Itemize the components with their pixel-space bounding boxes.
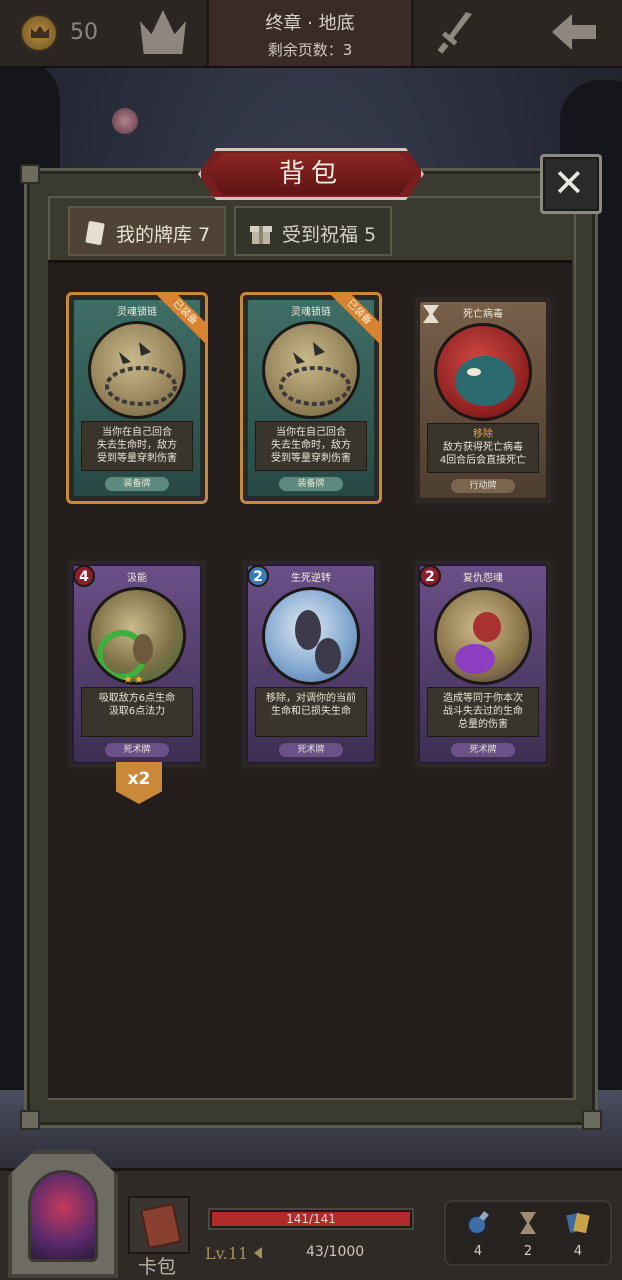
card-icon <box>85 221 105 245</box>
tab-blessings-label: 受到祝福 5 <box>282 224 377 246</box>
cards-stat[interactable]: 4 <box>558 1210 598 1259</box>
tab-my-deck-label: 我的牌库 7 <box>116 224 211 246</box>
card-name: 生死逆转 <box>291 573 331 584</box>
equipped-badge: 已装备 <box>325 293 381 349</box>
card-soul-chain[interactable]: 灵魂锁链 已装备 当你在自己回合 失去生命时，敌方 受到等量穿刺伤害 装备牌 <box>66 292 208 504</box>
tab-my-deck[interactable]: 我的牌库 7 <box>68 206 226 256</box>
drain-art <box>88 587 186 685</box>
panel-corner <box>20 1110 40 1130</box>
chapter-info: 终章 · 地底 剩余页数：3 <box>206 0 414 66</box>
close-button[interactable]: ✕ <box>540 154 602 214</box>
hourglass-stat[interactable]: 2 <box>508 1210 548 1259</box>
card-name: 复仇怨魂 <box>463 573 503 584</box>
card-type: 装备牌 <box>279 477 343 491</box>
card-type: 装备牌 <box>105 477 169 491</box>
hourglass-icon <box>520 1212 536 1234</box>
top-bar: 50 终章 · 地底 剩余页数：3 <box>0 0 622 68</box>
card-description: 移除 敌方获得死亡病毒 4回合后会直接死亡 <box>427 423 539 473</box>
hp-bar: 141/141 <box>208 1208 414 1230</box>
panel-title: 背包 <box>206 153 416 195</box>
xp-text: 43/1000 <box>306 1244 365 1260</box>
spirit-art <box>434 587 532 685</box>
gold-amount: 50 <box>70 20 98 45</box>
deck-label: 卡包 <box>138 1256 177 1278</box>
card-description: 吸取敌方6点生命 汲取6点法力 <box>81 687 193 737</box>
book-icon <box>140 1202 182 1250</box>
chapter-title: 终章 · 地底 <box>265 13 355 34</box>
deck-button[interactable] <box>128 1196 190 1254</box>
card-description: 造成等同于你本次 战斗失去过的生命 总量的伤害 <box>427 687 539 737</box>
panel-corner <box>582 1110 602 1130</box>
card-vengeful-spirit[interactable]: 2 复仇怨魂 造成等同于你本次 战斗失去过的生命 总量的伤害 死术牌 <box>412 558 554 770</box>
close-icon: ✕ <box>553 161 585 205</box>
virus-art <box>434 323 532 421</box>
crown-icon[interactable] <box>140 10 186 54</box>
potion-stat[interactable]: 4 <box>458 1210 498 1259</box>
card-type: 死术牌 <box>279 743 343 757</box>
xp-arrow-icon <box>254 1247 262 1259</box>
card-type: 死术牌 <box>105 743 169 757</box>
card-soul-chain[interactable]: 灵魂锁链 已装备 当你在自己回合 失去生命时，敌方 受到等量穿刺伤害 装备牌 <box>240 292 382 504</box>
upgrade-stars: ★★ <box>123 673 145 686</box>
character-portrait[interactable] <box>28 1170 98 1262</box>
potion-icon <box>467 1211 489 1235</box>
cards-icon <box>566 1212 590 1234</box>
card-description: 移除，对调你的当前 生命和已损失生命 <box>255 687 367 737</box>
tab-blessings[interactable]: 受到祝福 5 <box>234 206 392 256</box>
card-life-death-reversal[interactable]: 2 生死逆转 移除，对调你的当前 生命和已损失生命 死术牌 <box>240 558 382 770</box>
card-drain[interactable]: 4 汲能 ★★ 吸取敌方6点生命 汲取6点法力 死术牌 <box>66 558 208 770</box>
equipped-badge: 已装备 <box>151 293 207 349</box>
card-description: 当你在自己回合 失去生命时，敌方 受到等量穿刺伤害 <box>255 421 367 471</box>
reversal-art <box>262 587 360 685</box>
gift-icon <box>250 226 272 244</box>
card-name: 死亡病毒 <box>463 309 503 320</box>
level-label: Lv.11 <box>205 1244 249 1263</box>
hp-text: 141/141 <box>286 1212 336 1226</box>
moon <box>112 108 138 134</box>
sword-icon[interactable] <box>438 10 474 54</box>
panel-corner <box>20 164 40 184</box>
card-type: 死术牌 <box>451 743 515 757</box>
gold-coin-icon <box>20 14 58 52</box>
pages-remaining: 剩余页数：3 <box>267 41 353 59</box>
card-type: 行动牌 <box>451 479 515 493</box>
back-arrow-icon[interactable] <box>552 12 598 52</box>
card-description: 当你在自己回合 失去生命时，敌方 受到等量穿刺伤害 <box>81 421 193 471</box>
card-name: 汲能 <box>127 573 147 584</box>
card-death-virus[interactable]: 死亡病毒 移除 敌方获得死亡病毒 4回合后会直接死亡 行动牌 <box>412 294 554 506</box>
